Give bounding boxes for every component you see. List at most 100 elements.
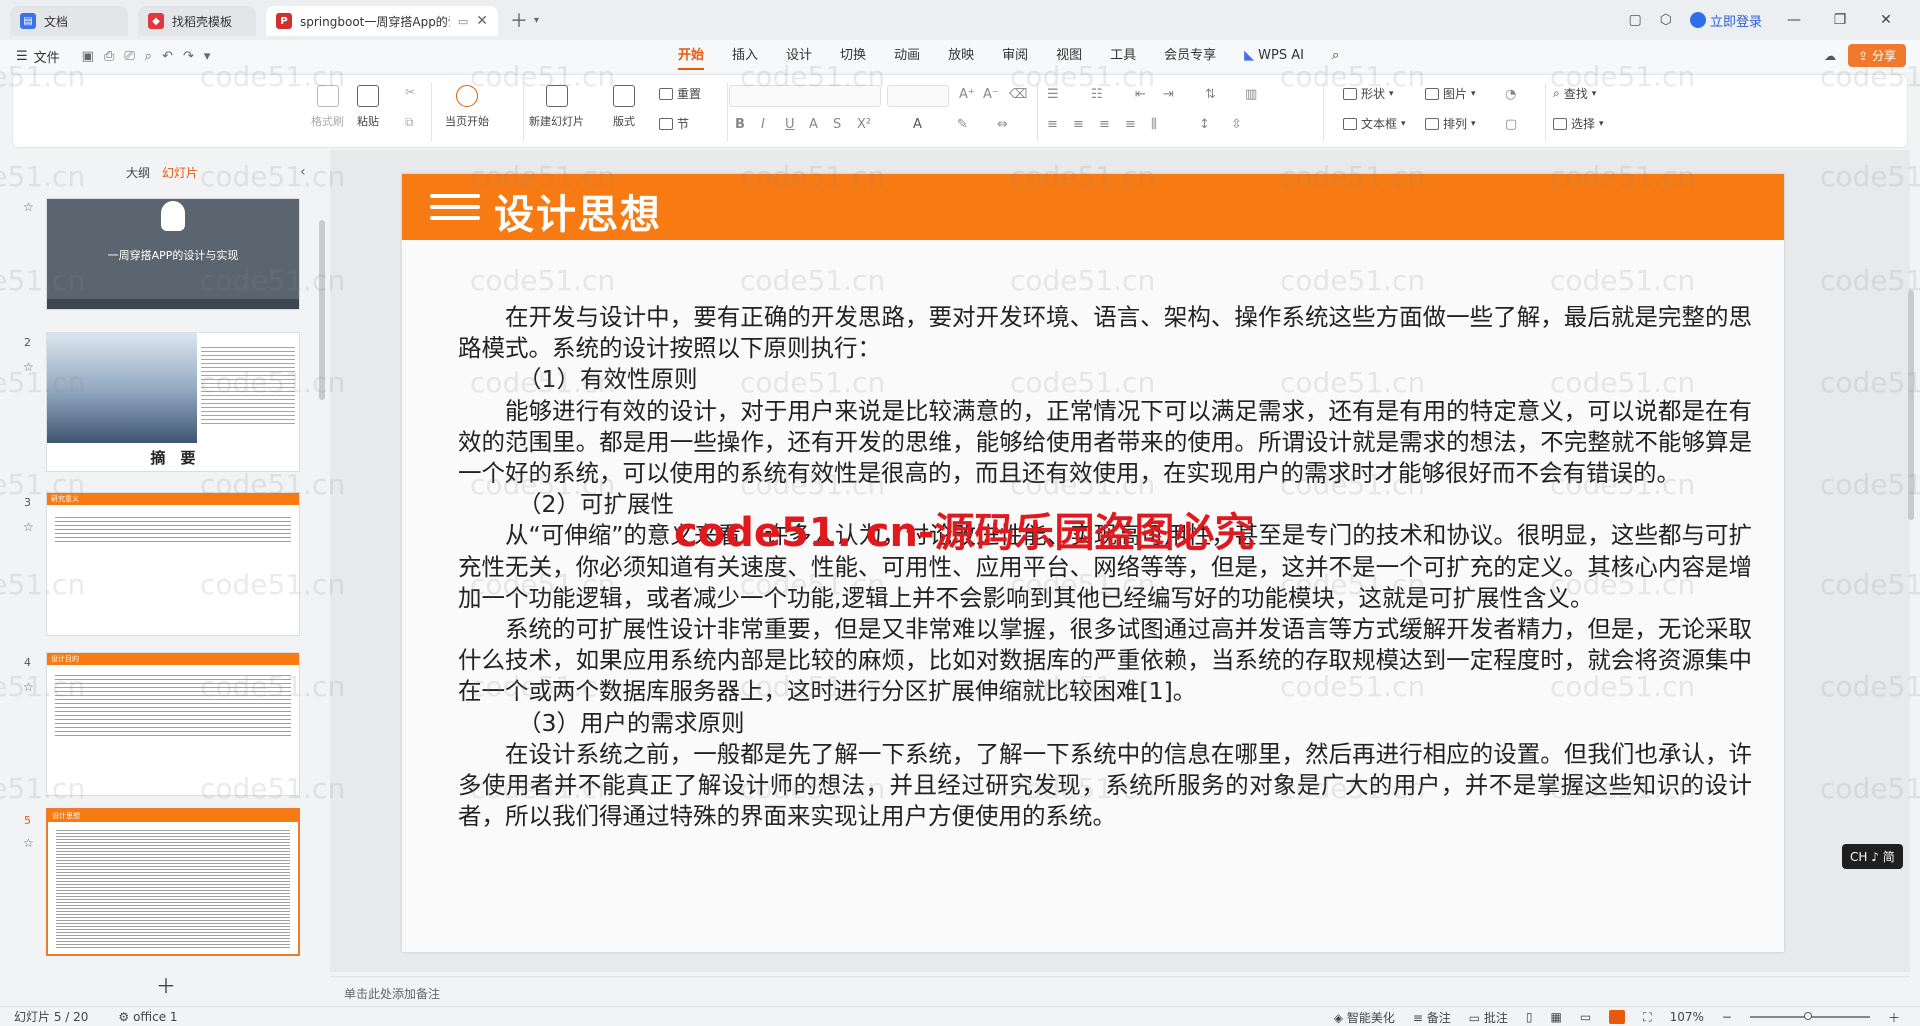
menu-tools[interactable]: 工具 bbox=[1096, 40, 1150, 72]
menu-insert[interactable]: 插入 bbox=[718, 40, 772, 72]
menu-view[interactable]: 视图 bbox=[1042, 40, 1096, 72]
star-icon[interactable]: ☆ bbox=[23, 680, 34, 694]
theme-name[interactable]: ⚙ office 1 bbox=[118, 1010, 177, 1024]
notes-toggle-button[interactable]: ≡ 备注 bbox=[1413, 1009, 1451, 1026]
strikethrough-icon[interactable]: A bbox=[809, 117, 818, 132]
window-layout-icon[interactable]: ▢ bbox=[1629, 12, 1642, 28]
zoom-slider[interactable] bbox=[1749, 1012, 1870, 1020]
search-icon[interactable]: ⌕ bbox=[1318, 40, 1353, 72]
align-left-icon[interactable]: ≡ bbox=[1047, 117, 1058, 132]
slide-thumbnail-1[interactable]: 一周穿搭APP的设计与实现 bbox=[46, 198, 300, 310]
tab-slides[interactable]: 幻灯片 bbox=[162, 164, 198, 181]
grow-font-icon[interactable]: A⁺ bbox=[959, 87, 975, 102]
menu-design[interactable]: 设计 bbox=[772, 40, 826, 72]
reading-view-icon[interactable]: ▭ bbox=[1580, 1010, 1591, 1024]
grid-view-icon[interactable]: ▦ bbox=[1551, 1010, 1562, 1024]
more-chevron-icon[interactable]: ▾ bbox=[204, 49, 211, 64]
line-spacing-icon[interactable]: ↕ bbox=[1199, 117, 1210, 132]
font-color-icon[interactable]: A bbox=[913, 117, 922, 132]
preview-icon[interactable]: ⌕ bbox=[145, 49, 152, 64]
text-direction-icon[interactable]: ⇅ bbox=[1205, 87, 1216, 102]
menu-wps-ai[interactable]: ◣ WPS AI bbox=[1230, 40, 1318, 72]
section-button[interactable]: 节 bbox=[659, 115, 689, 132]
slide-thumbnail-4[interactable]: 设计目的 bbox=[46, 652, 300, 796]
normal-view-icon[interactable]: ▯ bbox=[1526, 1010, 1533, 1024]
picture-button[interactable]: 图片 ▾ bbox=[1425, 85, 1476, 102]
slide-thumbnail-5[interactable]: 设计思想 bbox=[46, 808, 300, 956]
superscript-icon[interactable]: X² bbox=[857, 117, 871, 132]
vertical-scrollbar[interactable] bbox=[1906, 150, 1916, 970]
menu-transition[interactable]: 切换 bbox=[826, 40, 880, 72]
save-icon[interactable]: ▣ bbox=[82, 49, 94, 64]
redo-icon[interactable]: ↷ bbox=[183, 49, 194, 64]
columns-icon[interactable]: ▥ bbox=[1245, 87, 1257, 102]
align-center-icon[interactable]: ≡ bbox=[1073, 117, 1084, 132]
export-icon[interactable]: ⎙ bbox=[104, 49, 114, 64]
menu-home[interactable]: 开始 bbox=[664, 40, 718, 72]
bullets-icon[interactable]: ☰ bbox=[1047, 87, 1059, 102]
cut-icon[interactable]: ✂ bbox=[405, 85, 415, 99]
close-window-button[interactable]: ✕ bbox=[1872, 12, 1900, 28]
slide-thumbnail-3[interactable]: 研究意义 bbox=[46, 492, 300, 636]
menu-animation[interactable]: 动画 bbox=[880, 40, 934, 72]
align-right-icon[interactable]: ≡ bbox=[1099, 117, 1110, 132]
char-spacing-icon[interactable]: ⇔ bbox=[997, 117, 1008, 132]
print-icon[interactable]: ⎚ bbox=[124, 49, 134, 64]
menu-membership[interactable]: 会员专享 bbox=[1150, 40, 1230, 72]
outline-icon[interactable]: ▢ bbox=[1505, 117, 1517, 132]
increase-indent-icon[interactable]: ⇥ bbox=[1163, 87, 1174, 102]
layout-button[interactable]: 版式 bbox=[613, 85, 635, 129]
font-size-select[interactable] bbox=[887, 85, 949, 107]
select-button[interactable]: 选择 ▾ bbox=[1553, 115, 1604, 132]
distribute-icon[interactable]: ⫼ bbox=[1151, 117, 1157, 132]
new-slide-button[interactable]: 新建幻灯片 bbox=[529, 85, 584, 129]
minimize-button[interactable]: — bbox=[1780, 12, 1808, 28]
slide-title[interactable]: 设计思想 bbox=[494, 182, 662, 240]
new-tab-button[interactable]: ＋ bbox=[510, 7, 528, 33]
smart-beautify-button[interactable]: ◈ 智能美化 bbox=[1334, 1009, 1395, 1026]
slideshow-play-icon[interactable] bbox=[1609, 1010, 1626, 1024]
ime-indicator[interactable]: CH ♪ 简 bbox=[1842, 844, 1903, 869]
collapse-panel-icon[interactable]: ‹ bbox=[300, 164, 306, 180]
comments-button[interactable]: ▭ 批注 bbox=[1469, 1009, 1508, 1026]
star-icon[interactable]: ☆ bbox=[23, 360, 34, 374]
numbering-icon[interactable]: ☷ bbox=[1091, 87, 1103, 102]
paste-button[interactable]: 粘贴 bbox=[357, 85, 379, 129]
zoom-level[interactable]: 107% bbox=[1670, 1010, 1704, 1024]
cube-icon[interactable]: ⬡ bbox=[1660, 12, 1672, 28]
scroll-thumb[interactable] bbox=[1908, 290, 1914, 520]
menu-review[interactable]: 审阅 bbox=[988, 40, 1042, 72]
zoom-in-icon[interactable]: ＋ bbox=[1888, 1009, 1900, 1026]
textbox-button[interactable]: 文本框 ▾ bbox=[1343, 115, 1406, 132]
zoom-knob[interactable] bbox=[1803, 1012, 1812, 1020]
decrease-indent-icon[interactable]: ⇤ bbox=[1135, 87, 1146, 102]
slide-thumbnail-2[interactable]: 摘 要 bbox=[46, 332, 300, 472]
notes-pane[interactable]: 单击此处添加备注 bbox=[330, 976, 1910, 1006]
thumbnail-scrollbar[interactable] bbox=[319, 220, 325, 400]
slide-body-text[interactable]: 在开发与设计中，要有正确的开发思路，要对开发环境、语言、架构、操作系统这些方面做… bbox=[458, 302, 1752, 832]
justify-icon[interactable]: ≡ bbox=[1125, 117, 1136, 132]
find-button[interactable]: ⌕ 查找 ▾ bbox=[1553, 85, 1596, 102]
italic-icon[interactable]: I bbox=[761, 117, 765, 132]
shrink-font-icon[interactable]: A⁻ bbox=[983, 87, 999, 102]
tab-outline[interactable]: 大纲 bbox=[126, 164, 150, 181]
arrange-button[interactable]: 排列 ▾ bbox=[1425, 115, 1476, 132]
zoom-out-icon[interactable]: − bbox=[1722, 1010, 1732, 1024]
highlight-icon[interactable]: ✎ bbox=[957, 117, 968, 132]
undo-icon[interactable]: ↶ bbox=[162, 49, 173, 64]
file-menu[interactable]: ☰ 文件 bbox=[16, 47, 60, 66]
restore-button[interactable]: ❐ bbox=[1826, 12, 1854, 28]
tab-current-presentation[interactable]: P springboot一周穿搭App的设 ▭ ✕ bbox=[266, 6, 498, 36]
tab-templates[interactable]: ◆ 找稻壳模板 bbox=[138, 6, 256, 36]
star-icon[interactable]: ☆ bbox=[23, 200, 34, 214]
close-tab-icon[interactable]: ✕ bbox=[476, 13, 488, 29]
login-button[interactable]: 立即登录 bbox=[1689, 11, 1762, 30]
shape-button[interactable]: 形状 ▾ bbox=[1343, 85, 1394, 102]
screen-icon[interactable]: ▭ bbox=[458, 15, 468, 28]
reset-button[interactable]: 重置 bbox=[659, 85, 701, 102]
font-family-select[interactable] bbox=[729, 85, 881, 107]
tab-list-chevron-icon[interactable]: ▾ bbox=[534, 15, 539, 26]
star-icon[interactable]: ☆ bbox=[23, 520, 34, 534]
menu-slideshow[interactable]: 放映 bbox=[934, 40, 988, 72]
format-painter-button[interactable]: 格式刷 bbox=[311, 85, 344, 129]
